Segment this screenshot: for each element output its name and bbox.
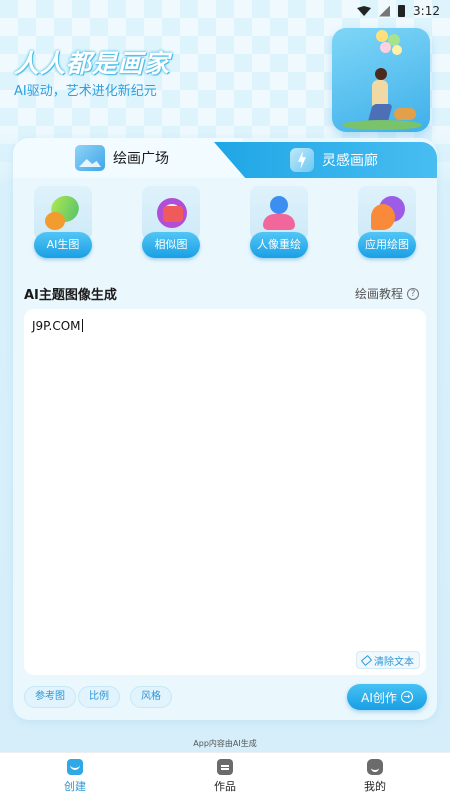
feature-portrait-redraw[interactable]: 人像重绘 (246, 186, 312, 270)
feature-ai-generate[interactable]: AI生图 (30, 186, 96, 270)
arrow-right-icon: → (400, 691, 413, 703)
status-time: 3:12 (413, 4, 440, 18)
wifi-icon (357, 6, 372, 16)
app-draw-icon (367, 194, 407, 232)
feature-app-draw[interactable]: 应用绘图 (354, 186, 420, 270)
create-icon (67, 759, 83, 775)
ai-content-note: App内容由AI生成 (193, 739, 257, 748)
prompt-text: J9P.COM (32, 319, 83, 333)
style-chip[interactable]: 风格 (130, 686, 172, 708)
ai-create-label: AI创作 (361, 690, 397, 705)
nav-item-profile[interactable]: 我的 (335, 759, 415, 794)
lightning-icon (290, 148, 314, 172)
portrait-redraw-icon (259, 194, 299, 232)
tab-label: 绘画广场 (113, 151, 169, 167)
similar-image-button[interactable]: 相似图 (142, 232, 200, 258)
tab-inspiration-gallery[interactable]: 灵感画廊 (214, 142, 437, 178)
text-caret (81, 319, 83, 332)
status-bar: 3:12 (0, 0, 450, 22)
help-icon: ? (407, 287, 420, 300)
feature-grid: AI生图 相似图 人像重绘 应用绘图 (30, 186, 420, 270)
reference-image-chip[interactable]: 参考图 (24, 686, 76, 708)
prompt-input[interactable]: J9P.COM 清除文本 (24, 309, 426, 675)
eraser-icon (360, 654, 373, 666)
similar-image-icon (151, 194, 191, 232)
tab-label: 灵感画廊 (322, 153, 378, 169)
tutorial-label: 绘画教程 (355, 287, 404, 301)
image-icon (75, 145, 105, 171)
clear-text-button[interactable]: 清除文本 (356, 651, 420, 669)
hero-subtitle: AI驱动，艺术进化新纪元 (14, 84, 157, 99)
app-draw-button[interactable]: 应用绘图 (358, 232, 416, 258)
drawing-tutorial-link[interactable]: 绘画教程 ? (355, 285, 420, 302)
profile-icon (367, 759, 383, 775)
tab-drawing-square[interactable]: 绘画广场 (13, 138, 243, 178)
ai-generate-icon (43, 191, 84, 232)
hero-title: 人人都是画家 (14, 49, 171, 78)
prompt-value: J9P.COM (32, 319, 81, 333)
clear-text-label: 清除文本 (374, 656, 414, 668)
portrait-redraw-button[interactable]: 人像重绘 (250, 232, 308, 258)
section-title: AI主题图像生成 (24, 288, 117, 303)
battery-icon (398, 5, 406, 17)
signal-icon (379, 5, 391, 17)
ai-create-button[interactable]: AI创作 → (347, 684, 427, 710)
works-icon (217, 759, 233, 775)
nav-label: 创建 (64, 780, 86, 793)
ai-generate-button[interactable]: AI生图 (34, 232, 92, 258)
nav-label: 我的 (364, 780, 386, 793)
nav-label: 作品 (214, 780, 236, 793)
ratio-chip[interactable]: 比例 (78, 686, 120, 708)
hero-illustration (332, 28, 430, 132)
nav-item-create[interactable]: 创建 (35, 759, 115, 794)
nav-item-works[interactable]: 作品 (185, 759, 265, 794)
feature-similar-image[interactable]: 相似图 (138, 186, 204, 270)
bottom-nav: 创建 作品 我的 (0, 752, 450, 800)
